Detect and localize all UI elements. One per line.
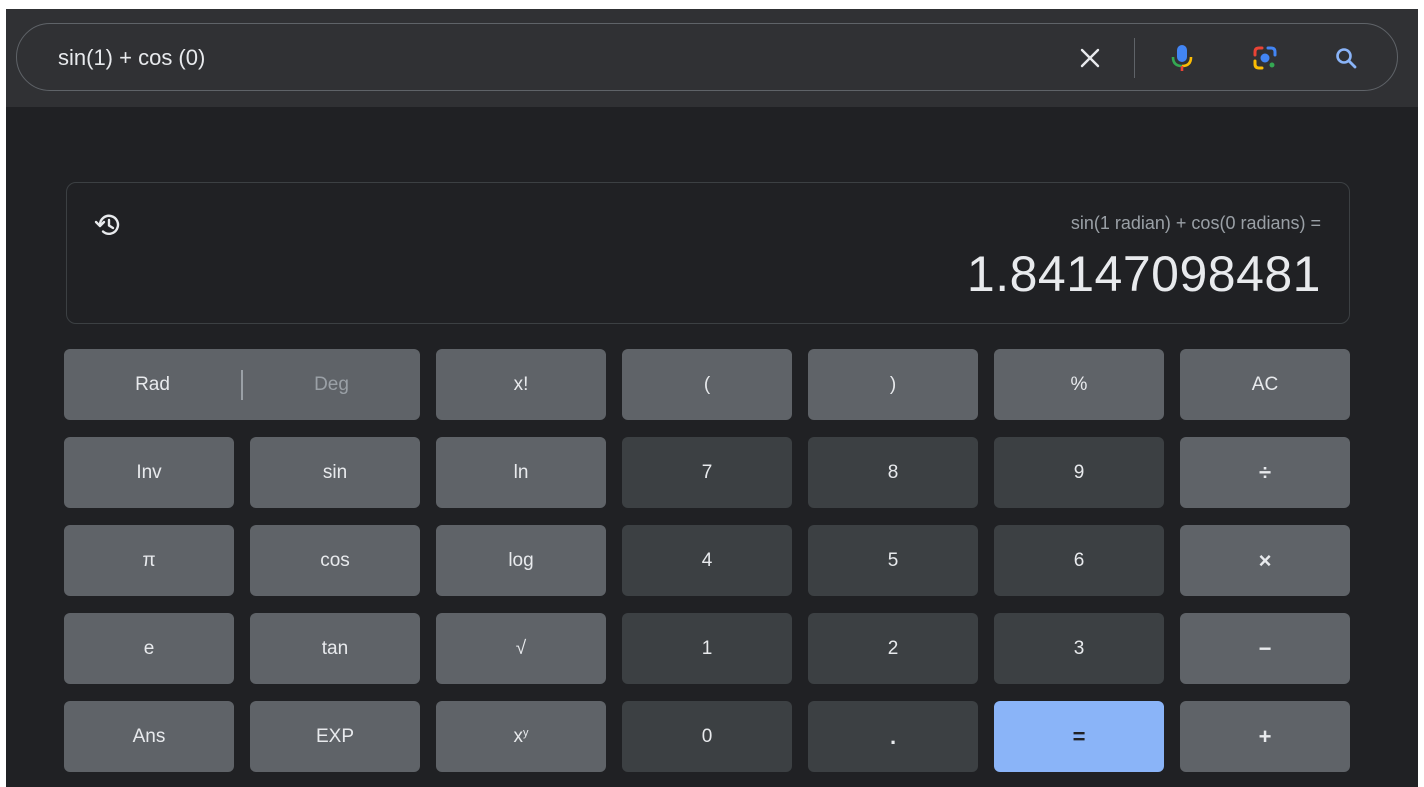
digit-5-button[interactable]: 5 [808, 525, 978, 596]
close-paren-button[interactable]: ) [808, 349, 978, 420]
factorial-button[interactable]: x! [436, 349, 606, 420]
open-paren-button[interactable]: ( [622, 349, 792, 420]
log-button[interactable]: log [436, 525, 606, 596]
search-input[interactable]: sin(1) + cos (0) [58, 24, 205, 92]
ans-button[interactable]: Ans [64, 701, 234, 772]
search-header: sin(1) + cos (0) [6, 9, 1418, 107]
sin-button[interactable]: sin [250, 437, 420, 508]
search-bar[interactable]: sin(1) + cos (0) [16, 23, 1398, 91]
inverse-button[interactable]: Inv [64, 437, 234, 508]
exp-button[interactable]: EXP [250, 701, 420, 772]
mic-icon[interactable] [1162, 38, 1202, 78]
digit-1-button[interactable]: 1 [622, 613, 792, 684]
calculator-display: sin(1 radian) + cos(0 radians) = 1.84147… [66, 182, 1350, 324]
history-icon[interactable] [89, 205, 129, 245]
power-base: x [513, 725, 524, 747]
sqrt-button[interactable]: √ [436, 613, 606, 684]
digit-8-button[interactable]: 8 [808, 437, 978, 508]
digit-2-button[interactable]: 2 [808, 613, 978, 684]
deg-button[interactable]: Deg [243, 349, 420, 420]
calculator-keypad: Rad Deg x! ( ) % AC Inv sin ln 7 8 9 ÷ π… [64, 349, 1353, 772]
e-button[interactable]: e [64, 613, 234, 684]
search-divider [1134, 38, 1135, 78]
digit-4-button[interactable]: 4 [622, 525, 792, 596]
ln-button[interactable]: ln [436, 437, 606, 508]
digit-3-button[interactable]: 3 [994, 613, 1164, 684]
rad-button[interactable]: Rad [64, 349, 241, 420]
digit-9-button[interactable]: 9 [994, 437, 1164, 508]
calculator-window: sin(1) + cos (0) sin(1 radian) + cos(0 r… [6, 9, 1418, 787]
result-value: 1.84147098481 [966, 246, 1321, 302]
calculator-panel: sin(1 radian) + cos(0 radians) = 1.84147… [6, 107, 1418, 787]
tan-button[interactable]: tan [250, 613, 420, 684]
digit-7-button[interactable]: 7 [622, 437, 792, 508]
plus-button[interactable]: + [1180, 701, 1350, 772]
minus-button[interactable]: − [1180, 613, 1350, 684]
lens-icon[interactable] [1245, 38, 1285, 78]
angle-mode-toggle[interactable]: Rad Deg [64, 349, 420, 420]
percent-button[interactable]: % [994, 349, 1164, 420]
cos-button[interactable]: cos [250, 525, 420, 596]
equals-button[interactable]: = [994, 701, 1164, 772]
power-exponent: y [523, 726, 529, 739]
divide-button[interactable]: ÷ [1180, 437, 1350, 508]
digit-6-button[interactable]: 6 [994, 525, 1164, 596]
pi-button[interactable]: π [64, 525, 234, 596]
all-clear-button[interactable]: AC [1180, 349, 1350, 420]
power-button[interactable]: xy [436, 701, 606, 772]
decimal-button[interactable]: . [808, 701, 978, 772]
expression-text: sin(1 radian) + cos(0 radians) = [1070, 213, 1321, 233]
multiply-button[interactable]: × [1180, 525, 1350, 596]
close-icon[interactable] [1070, 38, 1110, 78]
search-icon[interactable] [1326, 38, 1366, 78]
digit-0-button[interactable]: 0 [622, 701, 792, 772]
